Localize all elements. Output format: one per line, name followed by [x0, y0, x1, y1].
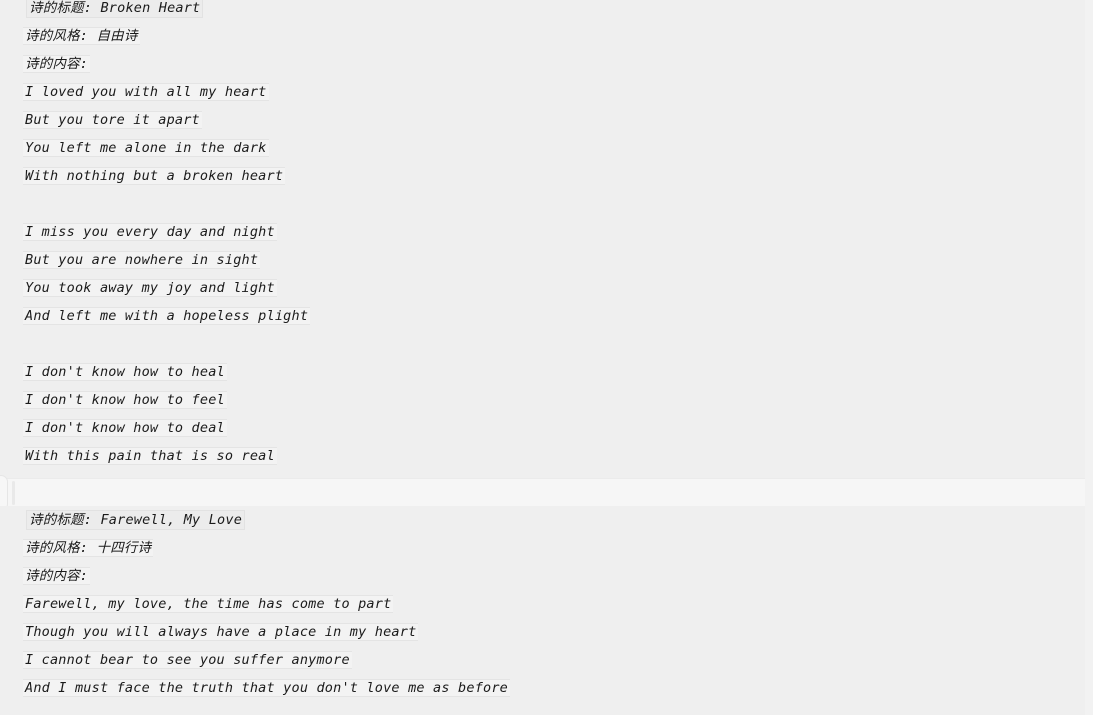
- response-divider: [0, 475, 1085, 511]
- poem-2-content-line-0: Farewell, my love, the time has come to …: [0, 590, 1085, 618]
- poem-1-content-line-12: I don't know how to deal: [0, 414, 1085, 442]
- poem-line-text: 诗的标题: Broken Heart: [27, 0, 203, 17]
- poem-line-text: I loved you with all my heart: [23, 83, 269, 101]
- poem-line-text: You took away my joy and light: [23, 279, 277, 297]
- poem-1-content-line-0: I loved you with all my heart: [0, 78, 1085, 106]
- poem-line-text: 诗的内容:: [23, 567, 91, 585]
- poem-1-content-line-6: But you are nowhere in sight: [0, 246, 1085, 274]
- poem-1-content-line-4: [0, 190, 1085, 218]
- poem-1-content-line-1: But you tore it apart: [0, 106, 1085, 134]
- poem-line-text: [23, 335, 35, 353]
- poem-line-text: 诗的风格: 自由诗: [23, 27, 140, 45]
- poem-response-block-2: 诗的标题: Farewell, My Love 诗的风格: 十四行诗 诗的内容: Fa…: [0, 506, 1085, 715]
- poem-line-text: I don't know how to feel: [23, 391, 227, 409]
- right-edge-gutter: [1085, 0, 1093, 715]
- poem-2-content-line-3: And I must face the truth that you don't…: [0, 674, 1085, 702]
- poem-1-style-line: 诗的风格: 自由诗: [0, 22, 1085, 50]
- poem-line-text: But you tore it apart: [23, 111, 202, 129]
- poem-line-text: 诗的内容:: [23, 55, 91, 73]
- poem-1-content-line-5: I miss you every day and night: [0, 218, 1085, 246]
- poem-1-title-line: 诗的标题: Broken Heart: [0, 0, 1085, 22]
- poem-line-text: With this pain that is so real: [23, 447, 277, 465]
- poem-2-content-line-2: I cannot bear to see you suffer anymore: [0, 646, 1085, 674]
- poem-2-content-label: 诗的内容:: [0, 562, 1085, 590]
- poem-1-content-line-9: [0, 330, 1085, 358]
- poem-1-content-line-7: You took away my joy and light: [0, 274, 1085, 302]
- poem-line-text: And left me with a hopeless plight: [23, 307, 311, 325]
- poem-line-text: Farewell, my love, the time has come to …: [23, 595, 394, 613]
- poem-1-content-line-8: And left me with a hopeless plight: [0, 302, 1085, 330]
- poem-line-text: You left me alone in the dark: [23, 139, 269, 157]
- poem-line-text: 诗的标题: Farewell, My Love: [27, 511, 245, 529]
- poem-1-content-line-2: You left me alone in the dark: [0, 134, 1085, 162]
- poem-line-text: I don't know how to heal: [23, 363, 227, 381]
- poem-1-content-line-3: With nothing but a broken heart: [0, 162, 1085, 190]
- poem-line-text: Though you will always have a place in m…: [23, 623, 419, 641]
- poem-2-content-line-1: Though you will always have a place in m…: [0, 618, 1085, 646]
- poem-1-content-line-11: I don't know how to feel: [0, 386, 1085, 414]
- poem-line-text: 诗的风格: 十四行诗: [23, 539, 154, 557]
- poem-2-title-line: 诗的标题: Farewell, My Love: [0, 506, 1085, 534]
- separator-tick-icon: [12, 481, 15, 505]
- poem-response-block-1: 诗的标题: Broken Heart 诗的风格: 自由诗 诗的内容: I loved …: [0, 0, 1085, 478]
- poem-1-content-line-10: I don't know how to heal: [0, 358, 1085, 386]
- poem-line-text: With nothing but a broken heart: [23, 167, 286, 185]
- poem-line-text: [23, 195, 35, 213]
- poem-line-text: I don't know how to deal: [23, 419, 227, 437]
- poem-2-style-line: 诗的风格: 十四行诗: [0, 534, 1085, 562]
- poem-line-text: And I must face the truth that you don't…: [23, 679, 511, 697]
- poem-line-text: I miss you every day and night: [23, 223, 277, 241]
- poem-line-text: But you are nowhere in sight: [23, 251, 261, 269]
- poem-1-content-label: 诗的内容:: [0, 50, 1085, 78]
- poem-1-content-line-13: With this pain that is so real: [0, 442, 1085, 470]
- poem-line-text: I cannot bear to see you suffer anymore: [23, 651, 352, 669]
